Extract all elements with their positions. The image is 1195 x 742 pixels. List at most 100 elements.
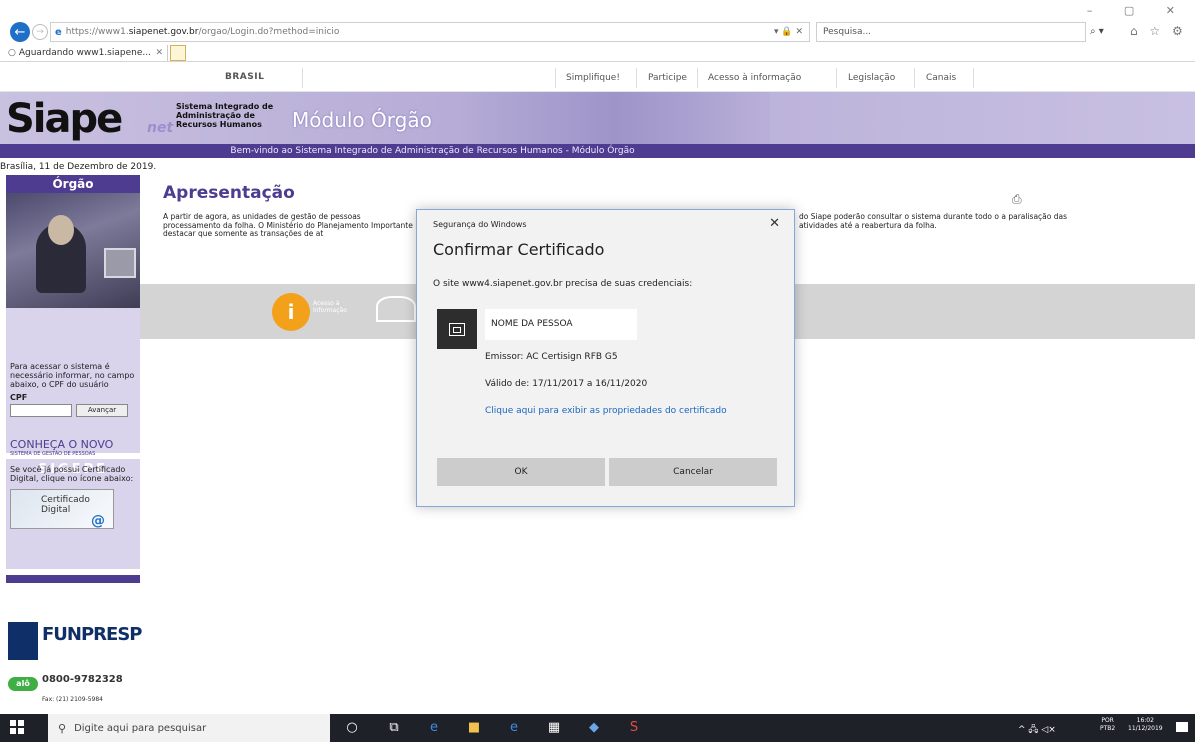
sistema-line: Sistema Integrado de — [176, 102, 274, 111]
certificate-tile[interactable] — [437, 309, 477, 349]
acesso-line: Acesso à — [313, 300, 340, 307]
certificado-label: Certificado Digital — [41, 495, 90, 515]
sistema-line: Recursos Humanos — [176, 120, 262, 129]
welcome-text: Bem-vindo ao Sistema Integrado de Admini… — [230, 146, 635, 156]
clock-time: 16:02 — [1136, 717, 1154, 724]
divider — [973, 68, 974, 88]
page-title: Apresentação — [163, 183, 295, 203]
cert-line: Certificado — [41, 495, 90, 505]
login-panel: Para acessar o sistema é necessário info… — [6, 308, 140, 478]
gov-link-canais[interactable]: Canais — [926, 73, 956, 83]
funpresp-name: FUNPRESP — [42, 624, 142, 645]
monitor-figure — [104, 248, 136, 278]
gov-link-participe[interactable]: Participe — [648, 73, 687, 83]
divider — [836, 68, 837, 88]
certificate-panel: Se você já possui Certificado Digital, c… — [6, 459, 140, 569]
cpf-row: Avançar — [10, 404, 136, 417]
clock[interactable]: 16:02 11/12/2019 — [1128, 717, 1163, 733]
system-tray-icons[interactable]: ^ 🖧 ◁× — [1018, 722, 1056, 738]
siape-banner: Siape net Sistema Integrado de Administr… — [0, 92, 1195, 144]
acesso-informacao-link[interactable]: Acesso à Informação — [313, 300, 347, 314]
search-icon[interactable]: ⌕ ▾ — [1090, 26, 1104, 37]
back-button[interactable]: ← — [10, 22, 30, 42]
address-bar[interactable]: e https://www1.siapenet.gov.br/orgao/Log… — [50, 22, 810, 42]
search-input[interactable]: Pesquisa... — [816, 22, 1086, 42]
conheca-text[interactable]: CONHEÇA O NOVO — [10, 439, 136, 450]
modulo-title: Módulo Órgão — [292, 108, 432, 132]
cpf-label: CPF — [10, 393, 28, 402]
language-indicator[interactable]: POR PTB2 — [1100, 717, 1115, 733]
taskbar-search-input[interactable]: ⚲ Digite aqui para pesquisar — [48, 714, 330, 742]
arrow-left-icon: ← — [14, 24, 26, 40]
sidebar-header: Órgão — [6, 175, 140, 193]
print-icon[interactable]: ⎙ — [1012, 192, 1022, 207]
avancar-button[interactable]: Avançar — [76, 404, 128, 417]
info-icon[interactable]: i — [272, 293, 310, 331]
windows-taskbar: ⚲ Digite aqui para pesquisar ○ ⧉ e ■ e ▦… — [0, 714, 1195, 742]
ok-button[interactable]: OK — [437, 458, 605, 486]
internet-explorer-icon[interactable]: e — [506, 720, 522, 736]
presentation-text-right: do Siape poderão consultar o sistema dur… — [799, 212, 1068, 230]
certificate-issuer: Emissor: AC Certisign RFB G5 — [485, 352, 618, 362]
tab-close-icon[interactable]: ✕ — [155, 48, 167, 58]
at-icon: @ — [91, 513, 105, 529]
cancel-button[interactable]: Cancelar — [609, 458, 777, 486]
book-icon[interactable] — [376, 296, 416, 322]
funpresp-logo[interactable]: FUNPRESP — [8, 620, 142, 660]
file-explorer-icon[interactable]: ■ — [466, 720, 482, 736]
windows-start-icon[interactable] — [10, 720, 24, 734]
cpf-input[interactable] — [10, 404, 72, 417]
acesso-line: Informação — [313, 307, 347, 314]
divider — [697, 68, 698, 88]
certificado-digital-button[interactable]: Certificado Digital @ — [10, 489, 114, 529]
home-favorites-settings-icons[interactable]: ⌂ ☆ ⚙ — [1130, 24, 1187, 38]
certificate-name[interactable]: NOME DA PESSOA — [485, 309, 637, 340]
ie-logo-icon: e — [55, 26, 62, 38]
app-icon[interactable]: ◆ — [586, 720, 602, 736]
browser-tab[interactable]: ○ Aguardando www1.siapene... ✕ — [8, 45, 168, 61]
window-controls[interactable]: – ▢ ✕ — [1087, 4, 1189, 17]
sistema-text: Sistema Integrado de Administração de Re… — [176, 102, 273, 129]
gov-bar: BRASIL Simplifique! Participe Acesso à i… — [0, 64, 1195, 92]
windows-security-dialog: Segurança do Windows ✕ Confirmar Certifi… — [416, 209, 795, 507]
gov-link-simplifique[interactable]: Simplifique! — [566, 73, 620, 83]
calculator-icon[interactable]: ▦ — [546, 720, 562, 736]
siape-logo: Siape — [6, 96, 123, 142]
forward-button[interactable]: → — [32, 24, 48, 40]
cert-line: Digital — [41, 505, 71, 515]
presentation-text-left: A partir de agora, as unidades de gestão… — [163, 212, 413, 238]
gov-link-legislacao[interactable]: Legislação — [848, 73, 895, 83]
date-text: Brasília, 11 de Dezembro de 2019. — [0, 162, 157, 172]
lang-line: PTB2 — [1100, 725, 1116, 732]
clock-date: 11/12/2019 — [1128, 725, 1163, 732]
fax-number: Fax: (21) 2109-5984 — [42, 696, 103, 703]
gov-link-acesso[interactable]: Acesso à informação — [708, 73, 801, 83]
certificate-icon — [449, 322, 465, 336]
notification-icon[interactable] — [1176, 722, 1188, 732]
dialog-heading: Confirmar Certificado — [433, 240, 605, 259]
siape-app-icon[interactable]: S — [626, 720, 642, 736]
arrow-right-icon: → — [36, 27, 44, 37]
loading-icon: ○ — [8, 48, 16, 58]
phone-badge: alô — [8, 677, 38, 691]
taskbar-search-placeholder: Digite aqui para pesquisar — [74, 722, 207, 734]
cortana-icon[interactable]: ○ — [344, 720, 360, 736]
brasil-link[interactable]: BRASIL — [225, 72, 264, 82]
lock-icon[interactable]: ▾ 🔒 ✕ — [769, 27, 809, 37]
welcome-bar: Bem-vindo ao Sistema Integrado de Admini… — [0, 144, 1195, 158]
new-tab-button[interactable] — [170, 45, 186, 61]
divider — [636, 68, 637, 88]
sidebar-bottom-band — [6, 575, 140, 583]
edge-icon[interactable]: e — [426, 720, 442, 736]
dialog-window-title: Segurança do Windows — [433, 220, 527, 229]
person-head — [48, 215, 74, 245]
tab-title: Aguardando www1.siapene... — [18, 48, 151, 58]
divider — [914, 68, 915, 88]
task-view-icon[interactable]: ⧉ — [386, 720, 402, 736]
phone-number: 0800-9782328 — [42, 674, 123, 685]
certificate-properties-link[interactable]: Clique aqui para exibir as propriedades … — [485, 405, 745, 418]
dialog-close-icon[interactable]: ✕ — [769, 216, 780, 231]
sidebar: Órgão Para acessar o sistema é necessári… — [6, 175, 140, 583]
sidebar-photo — [6, 193, 140, 308]
divider — [302, 68, 303, 88]
